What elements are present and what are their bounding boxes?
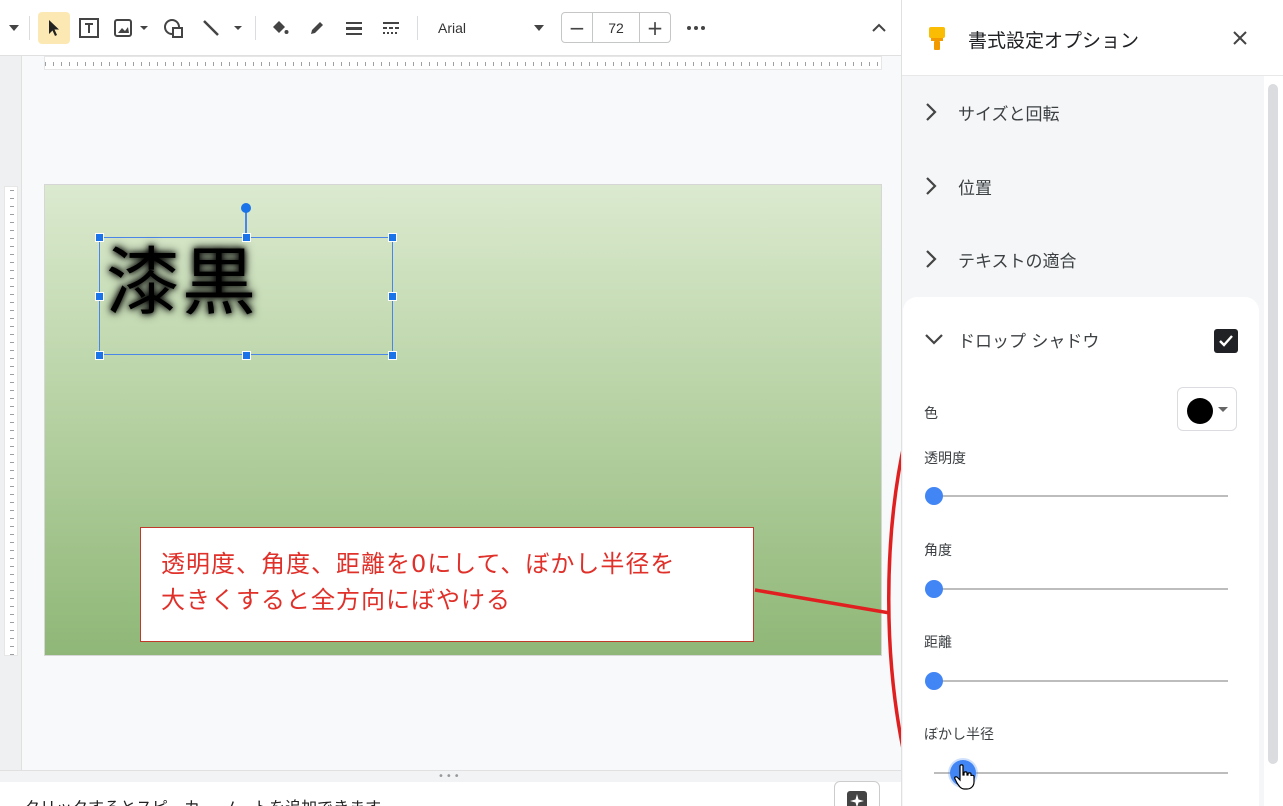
color-label: 色 <box>924 406 938 422</box>
annotation-callout: 透明度、角度、距離を0にして、ぼかし半径を 大きくすると全方向にぼやける <box>140 527 754 642</box>
decrease-font-size-button[interactable]: − <box>562 13 592 42</box>
resize-handle-nw[interactable] <box>95 233 104 242</box>
font-family-select[interactable]: Arial <box>428 12 552 44</box>
select-cursor-icon[interactable] <box>38 12 70 44</box>
close-icon[interactable] <box>1232 30 1248 46</box>
font-family-value: Arial <box>438 20 467 36</box>
slide-text[interactable]: 漆黒 <box>106 246 258 320</box>
font-size-stepper: − 72 + <box>561 12 671 43</box>
resize-handle-sw[interactable] <box>95 351 104 360</box>
section-position[interactable]: 位置 <box>924 171 992 201</box>
resize-handle-se[interactable] <box>388 351 397 360</box>
callout-line-1: 透明度、角度、距離を0にして、ぼかし半径を <box>161 550 676 578</box>
rotation-handle[interactable] <box>241 203 251 213</box>
border-weight-icon[interactable] <box>339 12 369 44</box>
border-dash-icon[interactable] <box>376 12 406 44</box>
speaker-notes-placeholder[interactable]: クリックするとスピーカー ノートを追加できます <box>24 794 381 806</box>
toolbar: Arial − 72 + <box>0 0 901 56</box>
section-size-rotation[interactable]: サイズと回転 <box>924 97 1060 127</box>
chevron-down-icon <box>534 25 544 31</box>
chevron-right-icon <box>926 103 937 121</box>
drag-handle-icon[interactable]: ••• <box>438 771 462 782</box>
section-label: 位置 <box>958 178 992 199</box>
slider-thumb[interactable] <box>925 487 943 505</box>
text-box-icon[interactable] <box>74 12 104 44</box>
callout-line-2: 大きくすると全方向にぼやける <box>161 586 511 614</box>
more-options-icon[interactable] <box>682 12 710 44</box>
paint-format-icon <box>929 27 945 50</box>
chevron-down-icon <box>925 334 943 345</box>
horizontal-ruler <box>44 56 882 70</box>
section-label: ドロップ シャドウ <box>958 331 1100 352</box>
resize-handle-ne[interactable] <box>388 233 397 242</box>
blur-radius-label: ぼかし半径 <box>924 727 994 743</box>
resize-handle-s[interactable] <box>242 351 251 360</box>
section-text-fitting[interactable]: テキストの適合 <box>924 244 1077 274</box>
resize-handle-e[interactable] <box>388 292 397 301</box>
resize-handle-w[interactable] <box>95 292 104 301</box>
resize-handle-n[interactable] <box>242 233 251 242</box>
panel-title: 書式設定オプション <box>968 30 1140 52</box>
scrollbar-thumb[interactable] <box>1268 84 1278 764</box>
shadow-color-picker[interactable] <box>1177 387 1237 431</box>
selected-text-box[interactable]: 漆黒 <box>95 233 397 360</box>
section-label: テキストの適合 <box>958 251 1077 272</box>
line-icon[interactable] <box>196 12 248 44</box>
collapse-toolbar-icon[interactable] <box>864 12 894 44</box>
slider-thumb[interactable] <box>925 672 943 690</box>
image-icon[interactable] <box>110 12 152 44</box>
font-size-input[interactable]: 72 <box>592 13 640 42</box>
slider-thumb[interactable] <box>925 580 943 598</box>
gemini-sparkle-button[interactable] <box>834 781 880 806</box>
color-swatch <box>1187 398 1213 424</box>
more-dropdown-icon[interactable] <box>4 12 24 44</box>
increase-font-size-button[interactable]: + <box>640 13 670 42</box>
blur-radius-slider[interactable] <box>934 760 1228 786</box>
drop-shadow-checkbox[interactable] <box>1214 329 1238 353</box>
dropdown-caret-icon <box>1218 407 1228 412</box>
checkmark-icon <box>1219 335 1233 347</box>
chevron-right-icon <box>926 177 937 195</box>
chevron-right-icon <box>926 250 937 268</box>
distance-slider[interactable] <box>925 672 1228 690</box>
angle-slider[interactable] <box>925 580 1228 598</box>
section-drop-shadow[interactable]: ドロップ シャドウ <box>924 324 1099 354</box>
angle-label: 角度 <box>924 543 952 559</box>
format-options-panel: 書式設定オプション サイズと回転 位置 テキストの適合 ドロップ シャドウ 色 <box>901 0 1283 806</box>
section-label: サイズと回転 <box>958 104 1060 125</box>
distance-label: 距離 <box>924 635 952 651</box>
fill-color-icon[interactable] <box>264 12 294 44</box>
panel-header: 書式設定オプション <box>902 0 1283 76</box>
hand-cursor-icon <box>954 764 975 790</box>
transparency-label: 透明度 <box>924 451 966 467</box>
vertical-ruler <box>4 186 18 656</box>
sparkle-icon <box>847 791 867 806</box>
panel-scrollbar[interactable] <box>1264 76 1283 806</box>
transparency-slider[interactable] <box>925 487 1228 505</box>
border-color-icon[interactable] <box>302 12 332 44</box>
shape-icon[interactable] <box>158 12 190 44</box>
